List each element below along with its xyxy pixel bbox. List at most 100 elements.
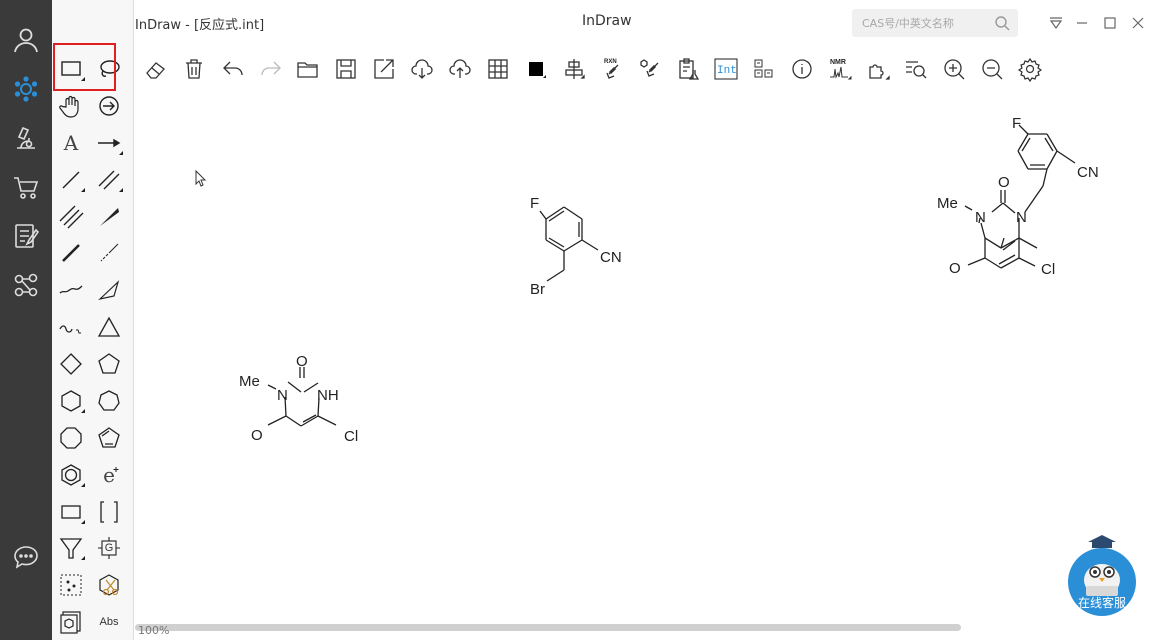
- template-library-tool[interactable]: [54, 606, 88, 638]
- title-bar: InDraw - [反应式.int] InDraw: [134, 0, 1158, 46]
- indraw-logo-icon[interactable]: [6, 69, 46, 109]
- chat-icon[interactable]: [6, 537, 46, 577]
- open-folder-icon[interactable]: [293, 54, 323, 84]
- single-bond-tool[interactable]: [54, 164, 88, 196]
- search-box: [852, 9, 1018, 37]
- charge-electron-tool[interactable]: e: [92, 459, 126, 491]
- minimize-icon[interactable]: [1072, 13, 1092, 33]
- search-list-icon[interactable]: [901, 54, 931, 84]
- triple-bond-tool[interactable]: [54, 200, 88, 232]
- molecule-benzyl-bromide[interactable]: F CN Br: [530, 190, 660, 310]
- file-title: InDraw - [反应式.int]: [135, 18, 265, 33]
- octagon-ring-tool[interactable]: [54, 422, 88, 454]
- funnel-apparatus-tool[interactable]: [54, 532, 88, 564]
- hashed-wedge-tool[interactable]: [92, 237, 126, 269]
- trash-icon[interactable]: [179, 54, 209, 84]
- hollow-wedge-tool[interactable]: [92, 274, 126, 306]
- dropdown-menu-icon[interactable]: [1046, 13, 1066, 33]
- horizontal-scrollbar[interactable]: [135, 624, 961, 631]
- cloud-download-icon[interactable]: [407, 54, 437, 84]
- atom-label-F: F: [530, 195, 539, 212]
- nmr-prediction-icon[interactable]: NMR: [825, 54, 855, 84]
- abs-stereo-tool[interactable]: Abs: [92, 606, 126, 638]
- abs-label: Abs: [99, 616, 119, 628]
- lasso-select-tool[interactable]: [92, 53, 126, 85]
- hand-pan-tool[interactable]: [54, 90, 88, 122]
- left-nav: [0, 0, 52, 640]
- molecule-product[interactable]: F CN O Me N N O Cl: [935, 115, 1125, 285]
- atom-label-Cl: Cl: [1041, 261, 1055, 278]
- atom-label-N3: N: [975, 209, 986, 226]
- rectangle-select-tool[interactable]: [54, 53, 88, 85]
- nmr-label: NMR: [830, 59, 846, 66]
- atom-label-N1: N: [1016, 209, 1027, 226]
- text-tool-label: A: [63, 131, 79, 155]
- text-tool[interactable]: A: [54, 127, 88, 159]
- close-icon[interactable]: [1128, 13, 1148, 33]
- notes-icon[interactable]: [6, 216, 46, 256]
- online-support-button[interactable]: 在线客服: [1066, 532, 1138, 616]
- wedge-bond-tool[interactable]: [92, 200, 126, 232]
- align-icon[interactable]: [559, 54, 589, 84]
- eraser-icon[interactable]: [141, 54, 171, 84]
- undo-icon[interactable]: [218, 54, 248, 84]
- redo-icon[interactable]: [256, 54, 286, 84]
- molecule-network-icon[interactable]: [6, 265, 46, 305]
- double-bond-tool[interactable]: [92, 164, 126, 196]
- search-icon[interactable]: [994, 15, 1010, 31]
- grid-icon[interactable]: [483, 54, 513, 84]
- int-label: Int: [717, 65, 737, 77]
- microscope-icon[interactable]: [6, 118, 46, 158]
- main-toolbar: RXN Int NMR: [134, 50, 1158, 88]
- account-icon[interactable]: [6, 20, 46, 60]
- rxn-label: RXN: [604, 59, 617, 65]
- heptagon-ring-tool[interactable]: [92, 385, 126, 417]
- color-picker-icon[interactable]: [521, 54, 551, 84]
- atom-label-O-bottom: O: [949, 260, 961, 277]
- cart-icon[interactable]: [6, 167, 46, 207]
- maximize-icon[interactable]: [1100, 13, 1120, 33]
- chain-tool[interactable]: [54, 311, 88, 343]
- zoom-out-icon[interactable]: [977, 54, 1007, 84]
- reaction-clean-icon[interactable]: RXN: [597, 54, 627, 84]
- pentagon-ring-tool[interactable]: [92, 348, 126, 380]
- group-template-tool[interactable]: G: [92, 532, 126, 564]
- int-format-icon[interactable]: Int: [711, 54, 741, 84]
- hexagon-ring-tool[interactable]: [54, 385, 88, 417]
- plugin-icon[interactable]: [863, 54, 893, 84]
- benzene-ring-tool[interactable]: [54, 459, 88, 491]
- square-ring-tool[interactable]: [54, 348, 88, 380]
- bracket-tool[interactable]: [92, 496, 126, 528]
- save-icon[interactable]: [331, 54, 361, 84]
- atom-label-NH: NH: [317, 387, 339, 404]
- wavy-bond-tool[interactable]: [54, 274, 88, 306]
- molecule-uracil[interactable]: O Me N NH O Cl: [235, 353, 375, 465]
- info-icon[interactable]: [787, 54, 817, 84]
- atom-label-Cl: Cl: [344, 428, 358, 445]
- rectangle-shape-tool[interactable]: [54, 496, 88, 528]
- structure-clean-icon[interactable]: [635, 54, 665, 84]
- atom-label-Br: Br: [530, 281, 545, 298]
- periodic-table-icon[interactable]: [749, 54, 779, 84]
- search-input[interactable]: [862, 13, 982, 33]
- cloud-upload-icon[interactable]: [445, 54, 475, 84]
- cut-tool[interactable]: [92, 569, 126, 601]
- atom-label-O-top: O: [998, 174, 1010, 191]
- atom-label-Me: Me: [937, 195, 958, 212]
- atom-label-O-top: O: [296, 353, 308, 370]
- atom-label-Me: Me: [239, 373, 260, 390]
- app-title: InDraw: [582, 13, 632, 29]
- settings-gear-icon[interactable]: [1015, 54, 1045, 84]
- clipboard-flask-icon[interactable]: [673, 54, 703, 84]
- export-icon[interactable]: [369, 54, 399, 84]
- arrow-tool[interactable]: [92, 127, 126, 159]
- rotate-tool[interactable]: [92, 90, 126, 122]
- dots-grid-tool[interactable]: [54, 569, 88, 601]
- zoom-in-icon[interactable]: [939, 54, 969, 84]
- bold-bond-tool[interactable]: [54, 237, 88, 269]
- group-label: G: [104, 542, 114, 554]
- triangle-ring-tool[interactable]: [92, 311, 126, 343]
- cyclopentadiene-tool[interactable]: [92, 422, 126, 454]
- online-support-label: 在线客服: [1077, 596, 1126, 610]
- drawing-canvas[interactable]: F CN Br F CN O Me N N O Cl O Me N NH O C…: [135, 90, 1158, 625]
